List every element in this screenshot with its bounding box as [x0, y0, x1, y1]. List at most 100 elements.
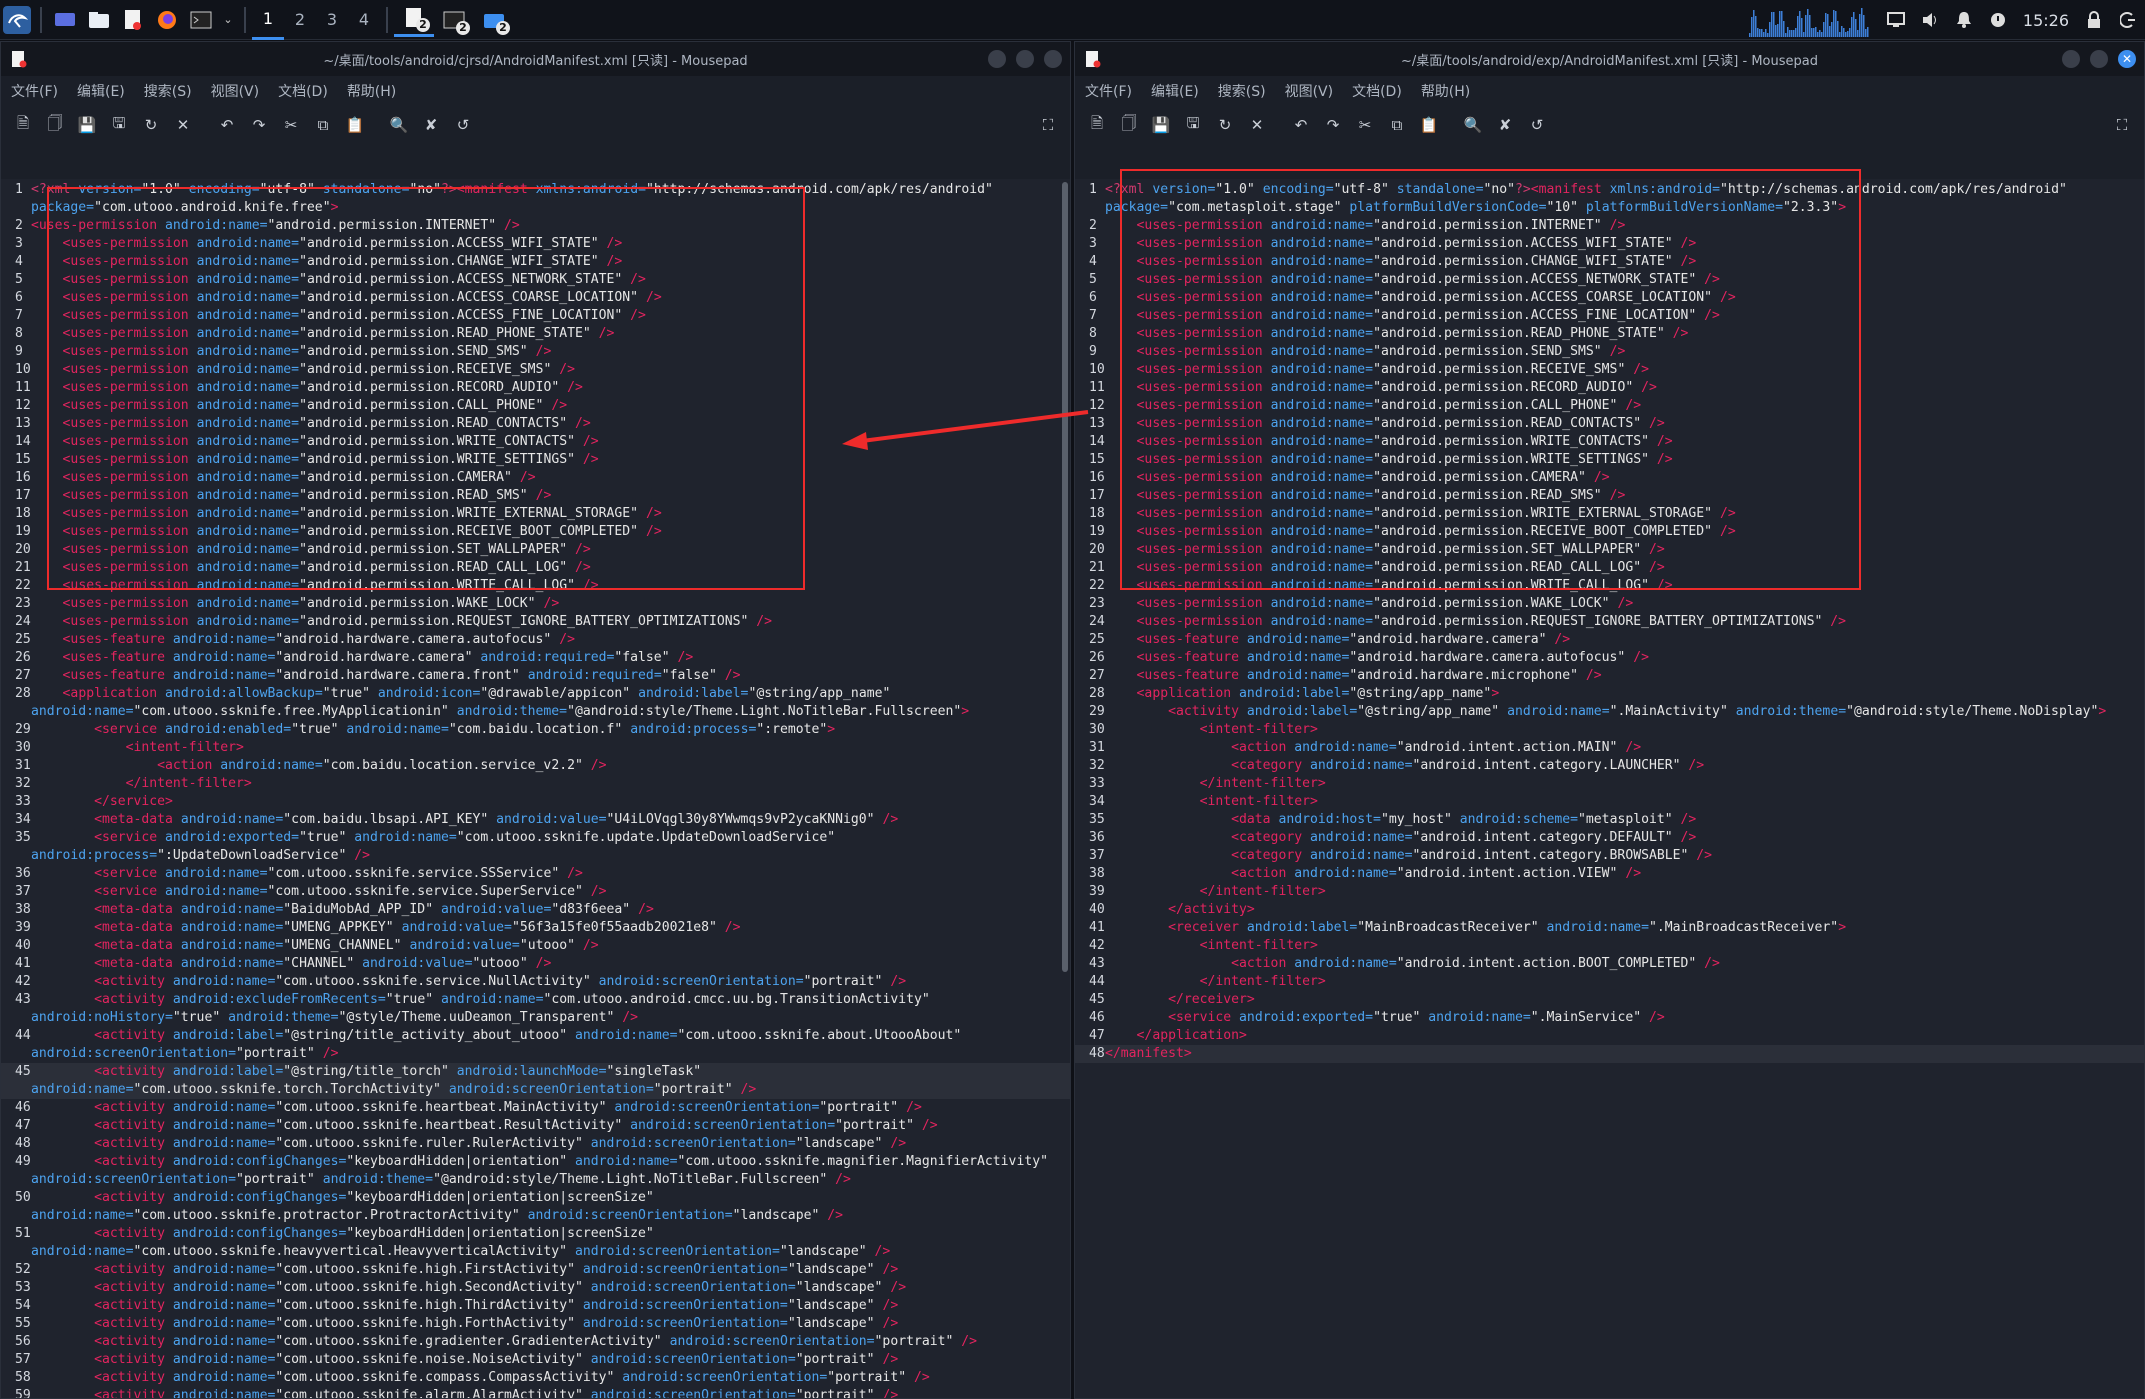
find-replace-icon[interactable]: ✘ [421, 115, 441, 135]
code-line[interactable]: 27 <uses-feature android:name="android.h… [1075, 667, 2144, 685]
code-line[interactable]: 15 <uses-permission android:name="androi… [1075, 451, 2144, 469]
code-line[interactable]: 22 <uses-permission android:name="androi… [1075, 577, 2144, 595]
code-line[interactable]: 29 <service android:enabled="true" andro… [1, 721, 1070, 739]
code-line[interactable]: 1 <?xml version="1.0" encoding="utf-8" st… [1075, 181, 2144, 199]
fullscreen-icon[interactable]: ⛶ [2112, 115, 2132, 135]
save-icon[interactable]: 💾 [1151, 115, 1171, 135]
code-line[interactable]: 15 <uses-permission android:name="androi… [1, 451, 1070, 469]
code-line[interactable]: 46 <activity android:name="com.utooo.ssk… [1, 1099, 1070, 1117]
menu-help[interactable]: 帮助(H) [1421, 81, 1470, 101]
code-line[interactable]: 38 <meta-data android:name="BaiduMobAd_A… [1, 901, 1070, 919]
code-line[interactable]: 49 <activity android:configChanges="keyb… [1, 1153, 1070, 1171]
code-line[interactable]: 16 <uses-permission android:name="androi… [1, 469, 1070, 487]
code-line[interactable]: 0android:screenOrientation="portrait" an… [1, 1171, 1070, 1189]
copy-icon[interactable]: ⧉ [313, 115, 333, 135]
reload-icon[interactable]: ↻ [141, 115, 161, 135]
code-line[interactable]: 33 </service> [1, 793, 1070, 811]
firefox-icon[interactable] [153, 6, 181, 34]
menu-search[interactable]: 搜索(S) [1218, 81, 1266, 101]
reload-icon[interactable]: ↻ [1215, 115, 1235, 135]
code-line[interactable]: 22 <uses-permission android:name="androi… [1, 577, 1070, 595]
code-line[interactable]: 56 <activity android:name="com.utooo.ssk… [1, 1333, 1070, 1351]
workspace-3[interactable]: 3 [316, 0, 348, 40]
save-as-icon[interactable]: 🖫 [1183, 114, 1203, 135]
terminal-icon[interactable] [187, 6, 215, 34]
save-icon[interactable]: 💾 [77, 115, 97, 135]
minimize-button[interactable] [2062, 50, 2080, 68]
code-line[interactable]: 3 <uses-permission android:name="android… [1, 235, 1070, 253]
bell-icon[interactable] [1947, 0, 1981, 40]
code-line[interactable]: 1 <?xml version="1.0" encoding="utf-8" st… [1, 181, 1070, 199]
workspace-4[interactable]: 4 [348, 0, 380, 40]
code-line[interactable]: 54 <activity android:name="com.utooo.ssk… [1, 1297, 1070, 1315]
code-line[interactable]: 50 <activity android:configChanges="keyb… [1, 1189, 1070, 1207]
code-line[interactable]: 23 <uses-permission android:name="androi… [1, 595, 1070, 613]
code-line[interactable]: 0android:name="com.utooo.ssknife.protrac… [1, 1207, 1070, 1225]
code-line[interactable]: 14 <uses-permission android:name="androi… [1075, 433, 2144, 451]
code-line[interactable]: 32 <category android:name="android.inten… [1075, 757, 2144, 775]
cut-icon[interactable]: ✂ [1355, 115, 1375, 135]
close-doc-icon[interactable]: ✕ [1247, 115, 1267, 135]
code-line[interactable]: 18 <uses-permission android:name="androi… [1, 505, 1070, 523]
open-file-icon[interactable]: 🗍 [45, 114, 65, 135]
code-line[interactable]: 17 <uses-permission android:name="androi… [1, 487, 1070, 505]
code-line[interactable]: 3 <uses-permission android:name="android… [1075, 235, 2144, 253]
code-line[interactable]: 9 <uses-permission android:name="android… [1075, 343, 2144, 361]
code-line[interactable]: 26 <uses-feature android:name="android.h… [1075, 649, 2144, 667]
code-line[interactable]: 43 <action android:name="android.intent.… [1075, 955, 2144, 973]
code-line[interactable]: 28 <application android:allowBackup="tru… [1, 685, 1070, 703]
code-line[interactable]: 13 <uses-permission android:name="androi… [1075, 415, 2144, 433]
code-line[interactable]: 10 <uses-permission android:name="androi… [1075, 361, 2144, 379]
code-line[interactable]: 44 </intent-filter> [1075, 973, 2144, 991]
code-line[interactable]: 4 <uses-permission android:name="android… [1, 253, 1070, 271]
workspace-2[interactable]: 2 [284, 0, 316, 40]
code-line[interactable]: 20 <uses-permission android:name="androi… [1075, 541, 2144, 559]
code-line[interactable]: 9 <uses-permission android:name="android… [1, 343, 1070, 361]
code-line[interactable]: 0android:noHistory="true" android:theme=… [1, 1009, 1070, 1027]
new-file-icon[interactable]: 🗎 [1087, 114, 1107, 135]
code-line[interactable]: 35 <data android:host="my_host" android:… [1075, 811, 2144, 829]
code-line[interactable]: 41 <meta-data android:name="CHANNEL" and… [1, 955, 1070, 973]
redo-icon[interactable]: ↷ [249, 115, 269, 135]
text-area[interactable]: 1 <?xml version="1.0" encoding="utf-8" st… [1075, 179, 2144, 1398]
power-icon[interactable] [1981, 0, 2015, 40]
menu-edit[interactable]: 编辑(E) [1151, 81, 1199, 101]
titlebar[interactable]: ~/桌面/tools/android/exp/AndroidManifest.x… [1075, 42, 2144, 76]
code-line[interactable]: 42 <activity android:name="com.utooo.ssk… [1, 973, 1070, 991]
code-line[interactable]: 2 <uses-permission android:name="android… [1075, 217, 2144, 235]
code-line[interactable]: 48 </manifest> [1075, 1045, 2144, 1063]
code-line[interactable]: 0android:process=":UpdateDownloadService… [1, 847, 1070, 865]
clock[interactable]: 15:26 [2015, 11, 2077, 30]
code-line[interactable]: 43 <activity android:excludeFromRecents=… [1, 991, 1070, 1009]
menu-file[interactable]: 文件(F) [1085, 81, 1132, 101]
code-line[interactable]: 4 <uses-permission android:name="android… [1075, 253, 2144, 271]
menu-document[interactable]: 文档(D) [1352, 81, 1402, 101]
code-line[interactable]: 14 <uses-permission android:name="androi… [1, 433, 1070, 451]
code-line[interactable]: 29 <activity android:label="@string/app_… [1075, 703, 2144, 721]
code-line[interactable]: 11 <uses-permission android:name="androi… [1, 379, 1070, 397]
open-file-icon[interactable]: 🗍 [1119, 114, 1139, 135]
code-line[interactable]: 33 </intent-filter> [1075, 775, 2144, 793]
cut-icon[interactable]: ✂ [281, 115, 301, 135]
code-line[interactable]: 2 <uses-permission android:name="android.… [1, 217, 1070, 235]
menu-search[interactable]: 搜索(S) [144, 81, 192, 101]
menu-file[interactable]: 文件(F) [11, 81, 58, 101]
code-line[interactable]: 37 <service android:name="com.utooo.sskn… [1, 883, 1070, 901]
code-line[interactable]: 31 <action android:name="android.intent.… [1075, 739, 2144, 757]
copy-icon[interactable]: ⧉ [1387, 115, 1407, 135]
close-doc-icon[interactable]: ✕ [173, 115, 193, 135]
code-line[interactable]: 55 <activity android:name="com.utooo.ssk… [1, 1315, 1070, 1333]
code-line[interactable]: 8 <uses-permission android:name="android… [1075, 325, 2144, 343]
code-line[interactable]: 21 <uses-permission android:name="androi… [1075, 559, 2144, 577]
text-area[interactable]: 1 <?xml version="1.0" encoding="utf-8" st… [1, 179, 1070, 1398]
code-line[interactable]: 37 <category android:name="android.inten… [1075, 847, 2144, 865]
code-line[interactable]: 34 <meta-data android:name="com.baidu.lb… [1, 811, 1070, 829]
code-line[interactable]: 8 <uses-permission android:name="android… [1, 325, 1070, 343]
workspace-1[interactable]: 1 [252, 0, 284, 40]
chevron-down-icon[interactable]: ⌄ [221, 6, 235, 34]
code-line[interactable]: 11 <uses-permission android:name="androi… [1075, 379, 2144, 397]
file-manager-icon[interactable] [85, 6, 113, 34]
code-line[interactable]: 28 <application android:label="@string/a… [1075, 685, 2144, 703]
menu-help[interactable]: 帮助(H) [347, 81, 396, 101]
search-icon[interactable]: 🔍 [389, 115, 409, 135]
